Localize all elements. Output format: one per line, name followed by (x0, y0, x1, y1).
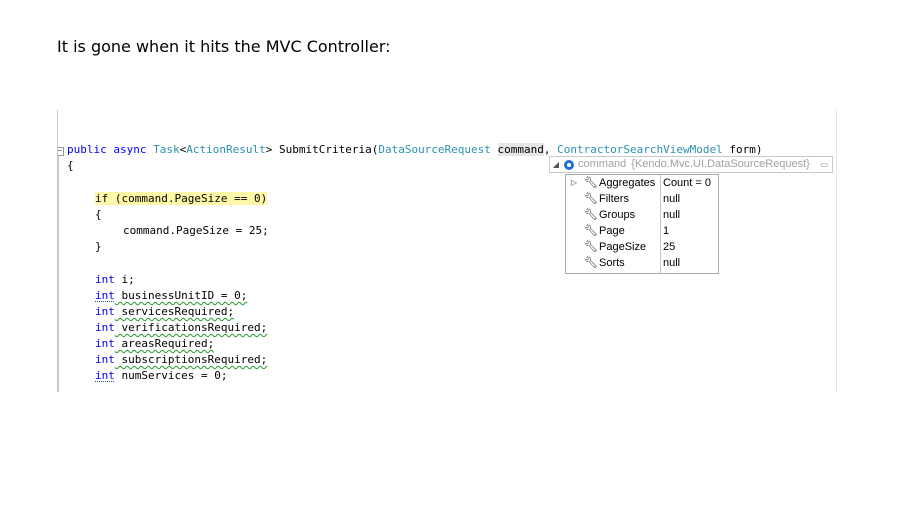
wrench-icon: 🔧︎ (584, 209, 598, 221)
datatip-members: ▷ 🔧︎ Aggregates Count = 0 🔧︎ Filters nul… (565, 174, 719, 274)
decl-line: int areasRequired; (95, 336, 214, 352)
decl-rest: subscriptionsRequired; (114, 353, 268, 366)
keyword-async: async (113, 143, 147, 156)
type-actionresult: ActionResult (186, 143, 266, 156)
member-name: Sorts (599, 257, 625, 269)
datatip-variable: command (578, 158, 627, 170)
type-datasourcerequest: DataSourceRequest (378, 143, 491, 156)
triangle-right-icon[interactable]: ▷ (569, 175, 579, 191)
decl-line: int subscriptionsRequired; (95, 352, 267, 368)
member-name: Filters (599, 193, 629, 205)
keyword-int: int (95, 369, 115, 382)
if-statement: if (command.PageSize == 0) (95, 191, 268, 207)
wrench-icon: 🔧︎ (584, 257, 598, 269)
keyword-int: int (95, 337, 115, 350)
wrench-icon: 🔧︎ (584, 177, 598, 189)
wrench-icon: 🔧︎ (584, 193, 598, 205)
datatip-row[interactable]: 🔧︎ Sorts null (566, 255, 718, 271)
member-value[interactable]: null (663, 191, 680, 207)
datatip-row[interactable]: 🔧︎ Groups null (566, 207, 718, 223)
member-name: Aggregates (599, 177, 656, 189)
datatip-row[interactable]: 🔧︎ Filters null (566, 191, 718, 207)
decl-rest: i; (114, 273, 135, 286)
member-value[interactable]: 25 (663, 239, 675, 255)
keyword-int: int (95, 321, 115, 334)
keyword-int: int (95, 273, 115, 286)
close-brace-inner: } (95, 240, 102, 253)
datatip-row[interactable]: 🔧︎ PageSize 25 (566, 239, 718, 255)
caption: It is gone when it hits the MVC Controll… (57, 37, 391, 56)
if-line: if (command.PageSize == 0) (95, 192, 268, 205)
object-icon (564, 159, 574, 170)
outline-guide (58, 156, 59, 392)
datatip-header[interactable]: ◢ command {Kendo.Mvc.UI.DataSourceReques… (549, 156, 833, 173)
open-brace: { (67, 159, 74, 172)
decl-rest: numServices = 0; (114, 369, 228, 382)
keyword-int: int (95, 305, 115, 318)
decl-line: int verificationsRequired; (95, 320, 267, 336)
decl-line: int i; (95, 272, 135, 288)
decl-line: int businessUnitID = 0; (95, 288, 247, 304)
assign-pagesize: command.PageSize = 25; (123, 224, 269, 237)
keyword-int: int (95, 289, 115, 302)
decl-rest: businessUnitID = 0; (114, 289, 248, 302)
open-brace-inner: { (95, 208, 102, 221)
type-viewmodel: ContractorSearchViewModel (557, 143, 723, 156)
member-value[interactable]: null (663, 207, 680, 223)
member-name: PageSize (599, 241, 647, 253)
member-value[interactable]: null (663, 255, 680, 271)
member-name: Groups (599, 209, 636, 221)
param-form: form) (722, 143, 763, 156)
triangle-down-icon[interactable]: ◢ (550, 157, 562, 172)
collapse-toggle-icon[interactable]: − (58, 147, 64, 156)
param-command[interactable]: command (497, 143, 544, 156)
decl-line: int servicesRequired; (95, 304, 234, 320)
code-editor[interactable]: − public async Task<ActionResult> Submit… (57, 110, 837, 392)
datatip-row[interactable]: 🔧︎ Page 1 (566, 223, 718, 239)
comma: , (543, 143, 558, 156)
decl-line: int numServices = 0; (95, 368, 227, 384)
keyword-int: int (95, 353, 115, 366)
pin-icon[interactable]: ▭ (820, 157, 828, 172)
keyword-public: public (67, 143, 107, 156)
member-value[interactable]: Count = 0 (663, 175, 711, 191)
decl-rest: areasRequired; (114, 337, 215, 350)
wrench-icon: 🔧︎ (584, 225, 598, 237)
method-name: SubmitCriteria( (272, 143, 379, 156)
member-name: Page (599, 225, 625, 237)
member-value[interactable]: 1 (663, 223, 669, 239)
decl-rest: servicesRequired; (114, 305, 235, 318)
wrench-icon: 🔧︎ (584, 241, 598, 253)
type-task: Task (153, 143, 180, 156)
datatip-row[interactable]: ▷ 🔧︎ Aggregates Count = 0 (566, 175, 718, 191)
decl-rest: verificationsRequired; (114, 321, 268, 334)
datatip-type: {Kendo.Mvc.UI.DataSourceRequest} (631, 158, 810, 170)
